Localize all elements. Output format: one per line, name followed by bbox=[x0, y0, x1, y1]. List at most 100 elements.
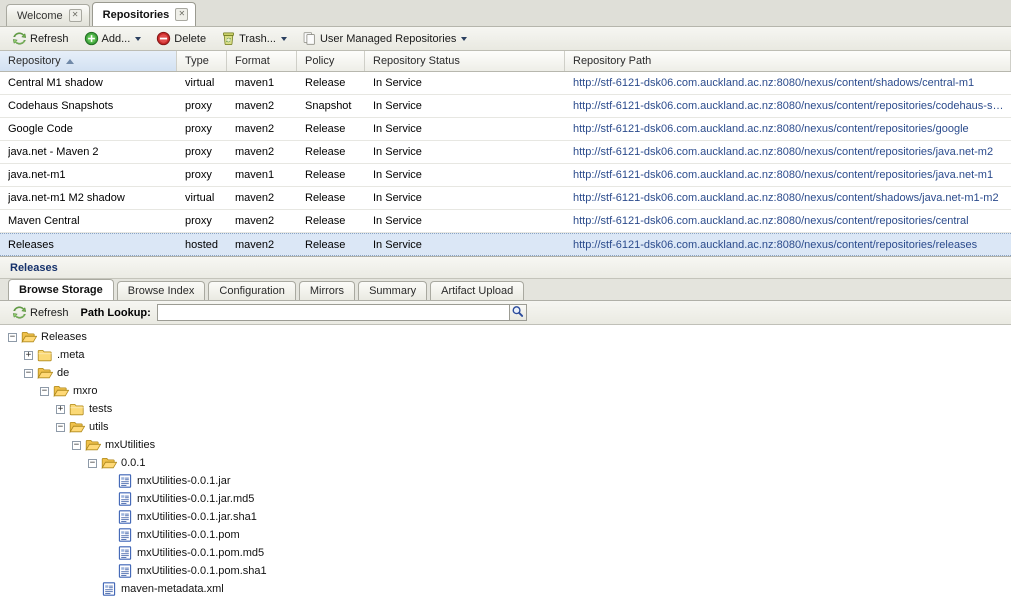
folder-open-icon bbox=[37, 365, 54, 381]
tree-node-label: mxUtilities bbox=[105, 439, 156, 451]
detail-tab-configuration[interactable]: Configuration bbox=[208, 281, 296, 300]
tree-folder-node[interactable]: − utils bbox=[0, 418, 1011, 436]
grid-cell-text: java.net-m1 bbox=[8, 169, 66, 181]
tree-folder-node[interactable]: − de bbox=[0, 364, 1011, 382]
tree-refresh-button[interactable]: Refresh bbox=[6, 302, 75, 324]
grid-cell-text: proxy bbox=[185, 100, 212, 112]
toolbar-button-trash[interactable]: Trash... bbox=[215, 28, 293, 50]
toolbar-button-delete[interactable]: Delete bbox=[150, 28, 212, 50]
grid-cell-status: In Service bbox=[365, 72, 565, 94]
grid-cell-status: In Service bbox=[365, 95, 565, 117]
grid-column-header-policy[interactable]: Policy bbox=[297, 51, 365, 71]
tree-folder-node[interactable]: + .meta bbox=[0, 346, 1011, 364]
main-tab-repositories[interactable]: Repositories ✕ bbox=[91, 2, 197, 26]
tree-file-node[interactable]: mxUtilities-0.0.1.pom.md5 bbox=[0, 544, 1011, 562]
tree-expander-expand-icon[interactable]: + bbox=[56, 404, 65, 414]
grid-cell-text: http://stf-6121-dsk06.com.auckland.ac.nz… bbox=[573, 146, 994, 158]
grid-column-header-format[interactable]: Format bbox=[227, 51, 297, 71]
grid-column-header-label: Policy bbox=[305, 55, 335, 67]
grid-cell-status: In Service bbox=[365, 187, 565, 209]
table-row[interactable]: Releases hosted maven2 Release In Service htt… bbox=[0, 233, 1011, 256]
grid-cell-status: In Service bbox=[365, 164, 565, 186]
tree-expander-collapse-icon[interactable]: − bbox=[72, 440, 81, 450]
grid-cell-path[interactable]: http://stf-6121-dsk06.com.auckland.ac.nz… bbox=[565, 210, 1011, 232]
detail-tab-browse-index[interactable]: Browse Index bbox=[116, 281, 206, 300]
grid-cell-path[interactable]: http://stf-6121-dsk06.com.auckland.ac.nz… bbox=[565, 118, 1011, 140]
close-icon[interactable]: ✕ bbox=[68, 9, 82, 22]
grid-cell-repository: Google Code bbox=[0, 118, 177, 140]
tree-expander-collapse-icon[interactable]: − bbox=[88, 458, 97, 468]
grid-column-header-repository-status[interactable]: Repository Status bbox=[365, 51, 565, 71]
tree-file-node[interactable]: mxUtilities-0.0.1.jar bbox=[0, 472, 1011, 490]
tree-expander-collapse-icon[interactable]: − bbox=[8, 332, 17, 342]
tree-folder-node[interactable]: − Releases bbox=[0, 328, 1011, 346]
tree-folder-node[interactable]: − mxro bbox=[0, 382, 1011, 400]
tree-node-label: maven-metadata.xml bbox=[121, 583, 224, 595]
refresh-icon bbox=[12, 305, 27, 320]
grid-cell-path[interactable]: http://stf-6121-dsk06.com.auckland.ac.nz… bbox=[565, 95, 1011, 117]
chevron-down-icon[interactable] bbox=[280, 36, 287, 41]
table-row[interactable]: java.net-m1 M2 shadow virtual maven2 Releas… bbox=[0, 187, 1011, 210]
table-row[interactable]: java.net-m1 proxy maven1 Release In Service h… bbox=[0, 164, 1011, 187]
grid-cell-policy: Release bbox=[297, 164, 365, 186]
toolbar-button-add[interactable]: Add... bbox=[78, 28, 148, 50]
detail-panel-title-text: Releases bbox=[10, 261, 58, 274]
tree-folder-node[interactable]: − 0.0.1 bbox=[0, 454, 1011, 472]
chevron-down-icon[interactable] bbox=[461, 36, 468, 41]
tree-expander-collapse-icon[interactable]: − bbox=[56, 422, 65, 432]
table-row[interactable]: java.net - Maven 2 proxy maven2 Release In S… bbox=[0, 141, 1011, 164]
main-tab-label: Welcome bbox=[17, 9, 63, 22]
folder-open-icon bbox=[69, 419, 86, 435]
tree-expander-collapse-icon[interactable]: − bbox=[24, 368, 33, 378]
folder-open-icon bbox=[53, 383, 70, 399]
tree-node-label: mxUtilities-0.0.1.pom.md5 bbox=[137, 547, 265, 559]
detail-tab-summary[interactable]: Summary bbox=[358, 281, 428, 300]
tree-file-node[interactable]: maven-metadata.xml bbox=[0, 580, 1011, 598]
grid-cell-text: Release bbox=[305, 123, 346, 135]
table-row[interactable]: Codehaus Snapshots proxy maven2 Snapshot In … bbox=[0, 95, 1011, 118]
tree-folder-node[interactable]: − mxUtilities bbox=[0, 436, 1011, 454]
grid-cell-repository: java.net-m1 M2 shadow bbox=[0, 187, 177, 209]
chevron-down-icon[interactable] bbox=[135, 36, 142, 41]
grid-cell-type: proxy bbox=[177, 95, 227, 117]
file-icon bbox=[101, 581, 117, 597]
tree-folder-node[interactable]: + tests bbox=[0, 400, 1011, 418]
grid-cell-path[interactable]: http://stf-6121-dsk06.com.auckland.ac.nz… bbox=[565, 187, 1011, 209]
folder-closed-icon bbox=[37, 347, 53, 363]
detail-tab-mirrors[interactable]: Mirrors bbox=[298, 281, 356, 300]
grid-cell-text: In Service bbox=[373, 146, 422, 158]
tree-file-node[interactable]: mxUtilities-0.0.1.pom.sha1 bbox=[0, 562, 1011, 580]
path-lookup-input[interactable] bbox=[156, 304, 509, 321]
path-lookup-search-button[interactable] bbox=[508, 304, 527, 321]
grid-cell-status: In Service bbox=[365, 210, 565, 232]
grid-column-header-type[interactable]: Type bbox=[177, 51, 227, 71]
toolbar-button-user-managed-repositories[interactable]: User Managed Repositories bbox=[296, 28, 473, 50]
tree-file-node[interactable]: mxUtilities-0.0.1.jar.sha1 bbox=[0, 508, 1011, 526]
detail-tab-browse-storage[interactable]: Browse Storage bbox=[8, 279, 114, 300]
tree-expander-collapse-icon[interactable]: − bbox=[40, 386, 49, 396]
grid-cell-policy: Release bbox=[297, 141, 365, 163]
grid-column-header-repository[interactable]: Repository bbox=[0, 51, 177, 71]
grid-cell-path[interactable]: http://stf-6121-dsk06.com.auckland.ac.nz… bbox=[565, 72, 1011, 94]
grid-cell-text: Release bbox=[305, 146, 346, 158]
main-tab-welcome[interactable]: Welcome ✕ bbox=[6, 4, 90, 26]
close-icon[interactable]: ✕ bbox=[175, 8, 189, 21]
add-circle-icon bbox=[84, 31, 99, 46]
grid-column-header-repository-path[interactable]: Repository Path bbox=[565, 51, 1011, 71]
toolbar-button-label: Trash... bbox=[239, 32, 276, 45]
table-row[interactable]: Central M1 shadow virtual maven1 Release In … bbox=[0, 72, 1011, 95]
toolbar-button-refresh[interactable]: Refresh bbox=[6, 28, 75, 50]
grid-cell-text: virtual bbox=[185, 77, 215, 89]
grid-cell-text: proxy bbox=[185, 146, 212, 158]
grid-cell-path[interactable]: http://stf-6121-dsk06.com.auckland.ac.nz… bbox=[565, 234, 1011, 255]
path-lookup-bar: Refresh Path Lookup: bbox=[0, 301, 1011, 325]
detail-tab-artifact-upload[interactable]: Artifact Upload bbox=[430, 281, 525, 300]
table-row[interactable]: Google Code proxy maven2 Release In Service h… bbox=[0, 118, 1011, 141]
tree-expander-expand-icon[interactable]: + bbox=[24, 350, 33, 360]
table-row[interactable]: Maven Central proxy maven2 Release In Servic… bbox=[0, 210, 1011, 233]
tree-file-node[interactable]: mxUtilities-0.0.1.jar.md5 bbox=[0, 490, 1011, 508]
grid-cell-text: http://stf-6121-dsk06.com.auckland.ac.nz… bbox=[573, 77, 975, 89]
tree-file-node[interactable]: mxUtilities-0.0.1.pom bbox=[0, 526, 1011, 544]
grid-cell-path[interactable]: http://stf-6121-dsk06.com.auckland.ac.nz… bbox=[565, 164, 1011, 186]
grid-cell-path[interactable]: http://stf-6121-dsk06.com.auckland.ac.nz… bbox=[565, 141, 1011, 163]
